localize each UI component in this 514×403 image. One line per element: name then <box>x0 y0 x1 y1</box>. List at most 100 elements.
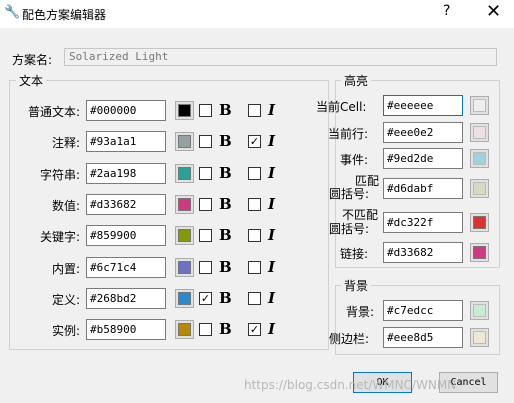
current-cell-swatch <box>473 99 486 112</box>
bold-label: B <box>219 320 232 338</box>
bold-label: B <box>219 132 232 150</box>
bold-checkbox[interactable] <box>199 167 212 180</box>
mismatch-paren-label-2: 圆括号: <box>329 222 370 236</box>
text-row-color-button[interactable] <box>175 164 194 183</box>
text-row-label: 内置: <box>51 262 80 276</box>
text-row-color-field[interactable]: #268bd2 <box>86 288 166 309</box>
text-row-color-button[interactable] <box>175 195 194 214</box>
link-label: 链接: <box>340 247 369 261</box>
background-group-title: 背景 <box>341 277 372 294</box>
match-paren-color-button[interactable] <box>470 179 489 198</box>
italic-checkbox[interactable] <box>248 261 261 274</box>
italic-checkbox[interactable] <box>248 229 261 242</box>
italic-checkbox[interactable]: ✓ <box>248 135 261 148</box>
text-row-swatch <box>178 135 191 148</box>
italic-label: I <box>268 132 276 150</box>
text-row-swatch <box>178 198 191 211</box>
mismatch-paren-field[interactable]: #dc322f <box>383 212 463 233</box>
current-cell-color-button[interactable] <box>470 96 489 115</box>
text-row-label: 关键字: <box>39 230 80 244</box>
text-row-color-field[interactable]: #859900 <box>86 225 166 246</box>
text-row-color-field[interactable]: #6c71c4 <box>86 257 166 278</box>
sidebar-field[interactable]: #eee8d5 <box>383 327 463 348</box>
italic-label: I <box>268 289 276 307</box>
bold-checkbox[interactable] <box>199 135 212 148</box>
bold-label: B <box>219 195 232 213</box>
italic-label: I <box>268 258 276 276</box>
bold-label: B <box>219 258 232 276</box>
text-row-label: 数值: <box>51 199 80 213</box>
text-row-label: 实例: <box>51 324 80 338</box>
text-row-color-button[interactable] <box>175 320 194 339</box>
bold-label: B <box>219 226 232 244</box>
event-field[interactable]: #9ed2de <box>383 148 463 169</box>
link-field[interactable]: #d33682 <box>383 242 463 263</box>
scheme-name-input[interactable]: Solarized Light <box>64 48 497 66</box>
text-row-swatch <box>178 261 191 274</box>
bold-label: B <box>219 289 232 307</box>
italic-label: I <box>268 226 276 244</box>
italic-checkbox[interactable] <box>248 167 261 180</box>
background-color-button[interactable] <box>470 301 489 320</box>
scheme-name-label: 方案名: <box>12 53 53 67</box>
text-row-swatch <box>178 104 191 117</box>
text-row-color-field[interactable]: #b58900 <box>86 319 166 340</box>
italic-checkbox[interactable] <box>248 198 261 211</box>
bold-checkbox[interactable] <box>199 198 212 211</box>
event-label: 事件: <box>340 153 369 167</box>
italic-checkbox[interactable] <box>248 292 261 305</box>
text-row-swatch <box>178 229 191 242</box>
text-row-color-button[interactable] <box>175 258 194 277</box>
current-line-color-button[interactable] <box>470 123 489 142</box>
text-row-color-field[interactable]: #000000 <box>86 100 166 121</box>
link-color-button[interactable] <box>470 243 489 262</box>
bold-checkbox[interactable] <box>199 104 212 117</box>
text-row-color-field[interactable]: #93a1a1 <box>86 131 166 152</box>
mismatch-paren-swatch <box>473 216 486 229</box>
text-row-color-button[interactable] <box>175 132 194 151</box>
text-row-label: 注释: <box>51 136 80 150</box>
close-button[interactable]: ✕ <box>486 1 501 23</box>
mismatch-paren-color-button[interactable] <box>470 213 489 232</box>
watermark: https://blog.csdn.net/WMNC/WNMN <box>244 378 457 392</box>
sidebar-swatch <box>473 331 486 344</box>
window-title: 配色方案编辑器 <box>22 8 107 22</box>
background-label: 背景: <box>346 305 375 319</box>
highlight-group-title: 高亮 <box>341 72 372 89</box>
match-paren-field[interactable]: #d6dabf <box>383 178 463 199</box>
italic-label: I <box>268 195 276 213</box>
text-group-title: 文本 <box>16 72 47 89</box>
text-row-label: 字符串: <box>39 168 80 182</box>
text-row-color-button[interactable] <box>175 101 194 120</box>
text-row-color-field[interactable]: #2aa198 <box>86 163 166 184</box>
link-swatch <box>473 246 486 259</box>
current-line-label: 当前行: <box>328 127 369 141</box>
sidebar-color-button[interactable] <box>470 328 489 347</box>
bold-checkbox[interactable] <box>199 229 212 242</box>
current-cell-field[interactable]: #eeeeee <box>383 95 463 116</box>
bold-checkbox[interactable] <box>199 261 212 274</box>
italic-label: I <box>268 320 276 338</box>
text-row-color-button[interactable] <box>175 289 194 308</box>
background-field[interactable]: #c7edcc <box>383 300 463 321</box>
wrench-icon: 🔧 <box>4 5 21 20</box>
current-line-field[interactable]: #eee0e2 <box>383 122 463 143</box>
bold-checkbox[interactable]: ✓ <box>199 292 212 305</box>
text-row-label: 定义: <box>51 293 80 307</box>
italic-checkbox[interactable] <box>248 104 261 117</box>
title-bar: 🔧 配色方案编辑器 ? ✕ <box>0 0 514 28</box>
bold-checkbox[interactable] <box>199 323 212 336</box>
text-row-color-field[interactable]: #d33682 <box>86 194 166 215</box>
italic-label: I <box>268 101 276 119</box>
text-row-label: 普通文本: <box>27 105 80 119</box>
match-paren-swatch <box>473 182 486 195</box>
event-color-button[interactable] <box>470 149 489 168</box>
help-button[interactable]: ? <box>443 3 450 19</box>
text-row-swatch <box>178 323 191 336</box>
italic-checkbox[interactable]: ✓ <box>248 323 261 336</box>
bold-label: B <box>219 101 232 119</box>
italic-label: I <box>268 164 276 182</box>
text-group <box>9 80 329 350</box>
text-row-color-button[interactable] <box>175 226 194 245</box>
bold-label: B <box>219 164 232 182</box>
